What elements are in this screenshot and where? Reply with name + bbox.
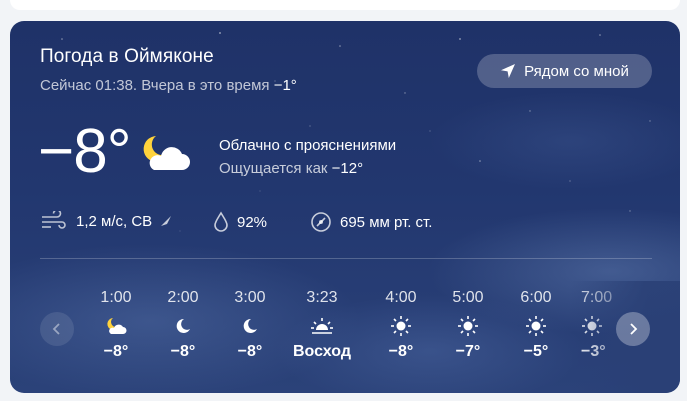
hourly-time: 6:00 (520, 289, 552, 306)
wind-metric: 1,2 м/с, СВ (40, 211, 172, 231)
hourly-time: 5:00 (452, 289, 484, 306)
sun-icon (458, 316, 478, 336)
sun-icon (526, 316, 546, 336)
hourly-item: 3:00 −8° (215, 289, 285, 361)
hourly-time: 3:23 (306, 289, 338, 306)
moon-cloud-icon (143, 136, 190, 170)
hourly-time: 2:00 (167, 289, 199, 306)
hourly-item: 5:00 −7° (433, 289, 503, 361)
yesterday-temperature: −1° (273, 77, 297, 94)
hourly-time: 7:00 (581, 289, 613, 306)
hourly-item: 3:23 Восход (287, 289, 357, 361)
top-strip (10, 0, 680, 10)
location-arrow-icon (501, 64, 516, 78)
condition-text: Облачно с прояснениями (219, 137, 397, 154)
sunrise-icon (311, 318, 333, 334)
hourly-item: 6:00 −5° (501, 289, 571, 361)
feels-like-value: −12° (331, 160, 364, 177)
hourly-value: Восход (292, 343, 352, 360)
pressure-value: 695 мм рт. ст. (340, 213, 433, 231)
nearby-button[interactable]: Рядом со мной (477, 54, 652, 88)
hourly-value: −8° (170, 343, 196, 360)
hourly-prev-button[interactable] (40, 312, 74, 346)
hourly-value: −5° (523, 343, 549, 360)
current-temperature: −8° (38, 117, 131, 186)
page-title: Погода в Оймяконе (40, 46, 214, 67)
moon-icon (243, 318, 257, 333)
now-label: Сейчас 01:38. Вчера в это время (40, 77, 270, 94)
water-drop-icon (214, 211, 228, 232)
hourly-value: −8° (388, 343, 414, 360)
current-time-subtitle: Сейчас 01:38. Вчера в это время −1° (40, 77, 297, 94)
weather-card: Погода в Оймяконе Сейчас 01:38. Вчера в … (10, 21, 680, 393)
hourly-item: 4:00 −8° (366, 289, 436, 361)
chevron-left-icon (52, 323, 60, 335)
hourly-value: −7° (455, 343, 481, 360)
hourly-value: −8° (103, 343, 129, 360)
moon-icon (176, 318, 190, 333)
humidity-value: 92% (237, 213, 268, 231)
hourly-time: 4:00 (385, 289, 417, 306)
hourly-item: 2:00 −8° (148, 289, 218, 361)
hourly-value: −3° (581, 343, 606, 360)
nearby-button-label: Рядом со мной (524, 62, 629, 80)
moon-cloud-icon (107, 318, 127, 334)
wind-icon (42, 211, 66, 229)
hourly-time: 3:00 (234, 289, 266, 306)
sun-icon (391, 316, 411, 336)
chevron-right-icon (630, 323, 638, 335)
sun-icon (582, 316, 602, 336)
hourly-next-button[interactable] (616, 312, 650, 346)
wind-direction-icon (161, 216, 172, 226)
hourly-value: −8° (237, 343, 263, 360)
pressure-gauge-icon (311, 212, 331, 232)
hourly-item: 1:00 −8° (81, 289, 151, 361)
pressure-metric: 695 мм рт. ст. (310, 211, 432, 233)
humidity-metric: 92% (213, 211, 267, 233)
hourly-time: 1:00 (100, 289, 132, 306)
divider (40, 258, 652, 259)
feels-like: Ощущается как −12° (219, 160, 363, 177)
feels-like-label: Ощущается как (219, 160, 328, 177)
wind-value: 1,2 м/с, СВ (76, 212, 153, 230)
